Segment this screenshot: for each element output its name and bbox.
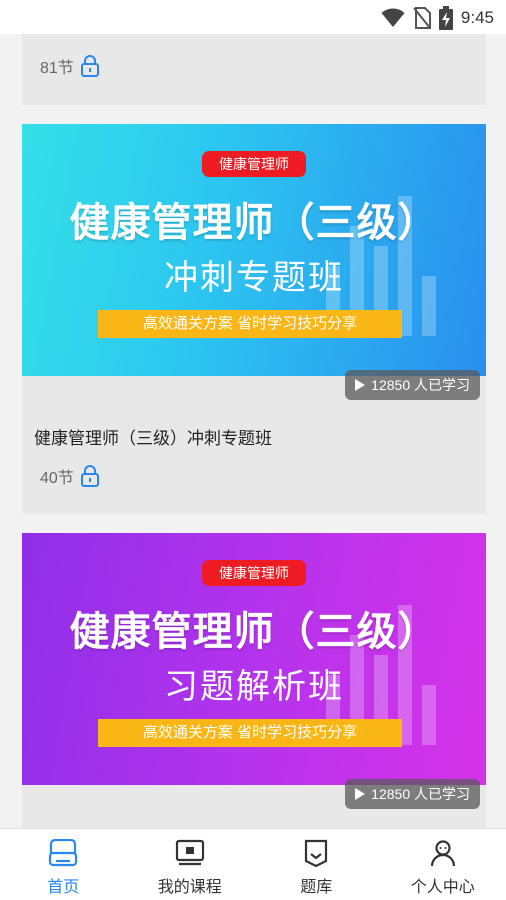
- nav-item-home[interactable]: 首页: [0, 829, 127, 900]
- status-bar: 9:45: [0, 0, 506, 34]
- banner-tag: 健康管理师: [202, 151, 306, 177]
- banner-subtitle: 习题解析班: [164, 668, 344, 706]
- banner-slogan: 高效通关方案 省时学习技巧分享: [98, 719, 402, 747]
- banner-tag: 健康管理师: [202, 560, 306, 586]
- course-card[interactable]: 健康管理师 健康管理师（三级） 冲刺专题班 高效通关方案 省时学习技巧分享 12…: [22, 124, 486, 514]
- learners-count: 12850 人已学习: [371, 377, 470, 393]
- lesson-count-text: 81节: [40, 60, 74, 77]
- banner-subtitle: 冲刺专题班: [164, 259, 344, 297]
- banner-title: 健康管理师（三级）: [69, 201, 439, 245]
- status-icons: 9:45: [381, 6, 494, 30]
- lesson-count: 81节: [40, 54, 100, 78]
- lesson-count: 40节: [40, 464, 100, 488]
- learners-count: 12850 人已学习: [371, 786, 470, 802]
- nav-label: 个人中心: [410, 879, 475, 896]
- wifi-icon: [381, 8, 405, 27]
- status-time: 9:45: [460, 8, 494, 27]
- banner-title: 健康管理师（三级）: [69, 610, 439, 654]
- nav-label: 题库: [300, 879, 333, 896]
- nav-label: 首页: [47, 879, 80, 896]
- no-sim-icon: [413, 7, 431, 29]
- battery-charging-icon: [438, 6, 453, 30]
- nav-item-profile[interactable]: 个人中心: [380, 829, 506, 900]
- profile-icon: [430, 840, 455, 867]
- lock-icon: [80, 465, 99, 487]
- course-banner[interactable]: 健康管理师 健康管理师（三级） 习题解析班 高效通关方案 省时学习技巧分享: [22, 533, 486, 785]
- learners-badge: 12850 人已学习: [345, 370, 480, 400]
- learners-badge: 12850 人已学习: [345, 779, 480, 809]
- bottom-nav: 首页 我的课程 题库 个人中心: [0, 828, 506, 900]
- my-courses-icon: [175, 839, 204, 866]
- nav-item-my-courses[interactable]: 我的课程: [127, 829, 254, 900]
- course-feed[interactable]: 81节 健康管理师 健康管理师（三级） 冲刺专题班 高效通关方案 省时学习技巧分…: [0, 0, 506, 828]
- course-card[interactable]: 健康管理师 健康管理师（三级） 习题解析班 高效通关方案 省时学习技巧分享 12…: [22, 533, 486, 828]
- play-icon: [355, 788, 366, 800]
- course-banner[interactable]: 健康管理师 健康管理师（三级） 冲刺专题班 高效通关方案 省时学习技巧分享: [22, 124, 486, 376]
- home-icon: [49, 839, 78, 867]
- course-title[interactable]: 健康管理师（三级）冲刺专题班: [34, 424, 272, 449]
- lock-icon: [80, 55, 99, 77]
- banner-slogan: 高效通关方案 省时学习技巧分享: [98, 310, 402, 338]
- question-bank-icon: [305, 839, 328, 867]
- nav-label: 我的课程: [157, 879, 222, 896]
- lesson-count-text: 40节: [40, 470, 74, 487]
- nav-item-question-bank[interactable]: 题库: [253, 829, 380, 900]
- play-icon: [355, 379, 366, 391]
